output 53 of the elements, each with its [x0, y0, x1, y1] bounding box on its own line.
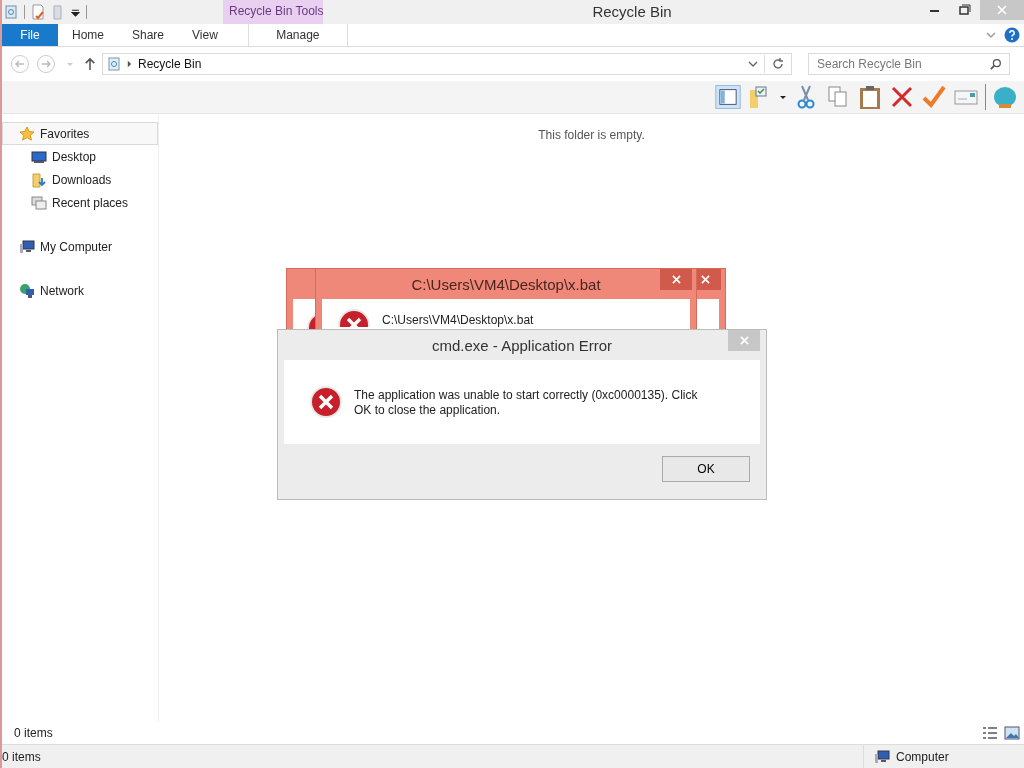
recycle-bin-icon [107, 57, 121, 71]
error-icon [310, 386, 342, 418]
ok-button[interactable]: OK [662, 456, 750, 482]
expand-ribbon-icon[interactable] [986, 31, 996, 39]
address-bar[interactable]: Recycle Bin [102, 53, 792, 75]
navigation-item[interactable]: Favorites [2, 122, 158, 145]
dialog-title: cmd.exe - Application Error [431, 336, 613, 354]
details-view-icon[interactable] [982, 726, 998, 740]
breadcrumb-arrow-icon[interactable] [127, 60, 132, 68]
navigation-item[interactable]: Network [2, 279, 158, 302]
ribbon-tab[interactable]: Home [58, 24, 118, 46]
search-field[interactable]: Search Recycle Bin [808, 53, 1010, 75]
dialog-message: C:\Users\VM4\Desktop\x.bat [382, 313, 534, 327]
close-icon [671, 275, 681, 284]
network-icon [19, 282, 35, 299]
ribbon-tab[interactable]: Manage [247, 24, 348, 46]
star-icon [19, 125, 35, 142]
clipboard-icon[interactable] [857, 84, 883, 110]
ribbon-tab[interactable]: File [2, 24, 58, 46]
dropdown-icon[interactable] [71, 7, 80, 17]
empty-folder-message: This folder is empty. [537, 128, 646, 142]
layout-pane-icon[interactable] [715, 84, 741, 110]
close-button[interactable] [660, 269, 692, 290]
monitor-icon [31, 148, 47, 165]
navigation-item[interactable]: Recent places [2, 191, 158, 214]
computer-icon [874, 748, 890, 765]
close-icon [700, 275, 710, 284]
contextual-tab-header: Recycle Bin Tools [223, 0, 323, 24]
navigation-item[interactable]: Desktop [2, 145, 158, 168]
properties-icon[interactable] [31, 4, 45, 20]
dialog-title: C:\Users\VM4\Desktop\x.bat [411, 275, 601, 293]
item-count: 0 items [2, 749, 41, 764]
computer-icon [19, 238, 35, 255]
navigation-item[interactable]: Downloads [2, 168, 158, 191]
ribbon-tab[interactable]: View [178, 24, 232, 46]
ribbon-tab[interactable]: Share [118, 24, 179, 46]
search-icon[interactable] [990, 58, 1002, 70]
recent-places-icon [31, 194, 47, 211]
dialog-message: The application was unable to start correctly (0xc0000135). Click OK to close the application. [354, 388, 699, 418]
download-folder-icon [31, 171, 47, 188]
recycle-bin-icon[interactable] [4, 4, 18, 20]
help-icon[interactable] [1004, 27, 1020, 43]
shell-icon[interactable] [992, 84, 1018, 110]
window-title: Recycle Bin [591, 3, 673, 20]
dropdown-icon[interactable] [779, 93, 787, 101]
up-icon[interactable] [84, 57, 96, 71]
checkmark-icon[interactable] [921, 84, 947, 110]
navigation-item[interactable]: My Computer [2, 235, 158, 258]
large-icons-view-icon[interactable] [1004, 726, 1020, 740]
item-count: 0 items [14, 726, 53, 740]
close-icon [739, 336, 749, 345]
location-label: Computer [896, 749, 949, 764]
delete-icon[interactable] [889, 84, 915, 110]
